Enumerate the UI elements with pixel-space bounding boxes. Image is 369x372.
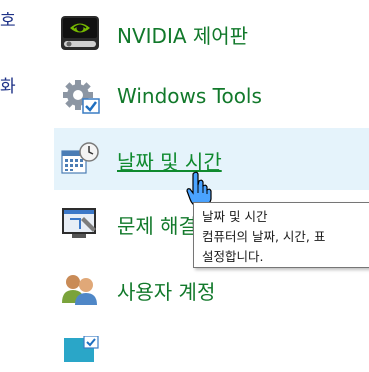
nvidia-icon — [61, 16, 99, 50]
user-accounts-icon — [62, 275, 97, 305]
control-panel-item-nvidia[interactable]: NVIDIA 제어판 — [54, 2, 369, 64]
troubleshooting-icon — [62, 208, 96, 238]
tooltip-description-line: 컴퓨터의 날짜, 시간, 표 — [202, 229, 326, 244]
tooltip-title: 날짜 및 시간 — [202, 209, 268, 224]
control-panel-item-partial[interactable] — [54, 322, 369, 362]
control-panel-item-windows-tools[interactable]: Windows Tools — [54, 66, 369, 128]
tooltip-description-line: 설정합니다. — [202, 249, 264, 264]
windows-tools-icon — [63, 80, 100, 114]
tooltip: 날짜 및 시간 컴퓨터의 날짜, 시간, 표 설정합니다. — [193, 202, 369, 268]
item-label[interactable]: 문제 해결 — [117, 210, 197, 239]
item-label[interactable]: NVIDIA 제어판 — [117, 20, 248, 49]
left-panel-text-fragment[interactable]: 호 — [0, 6, 16, 31]
item-label[interactable]: 사용자 계정 — [117, 276, 215, 305]
item-label[interactable]: Windows Tools — [117, 84, 262, 108]
next-item-icon — [64, 336, 99, 362]
date-time-icon — [61, 142, 99, 174]
left-panel-text-fragment[interactable]: 화 — [0, 72, 16, 97]
